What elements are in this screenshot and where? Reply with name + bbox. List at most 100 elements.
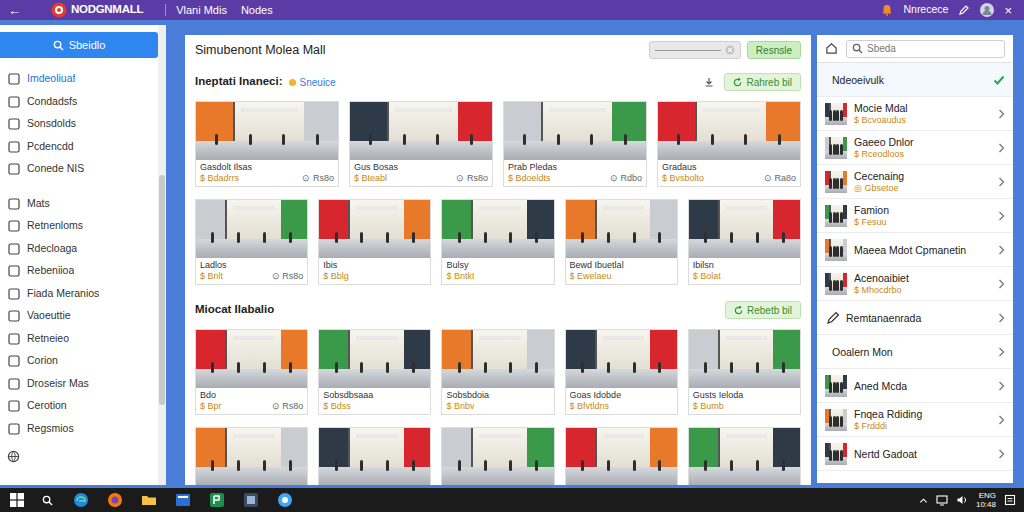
home-icon[interactable] [825, 42, 838, 55]
shopper-figure [607, 362, 610, 373]
shopper-figure [829, 280, 832, 291]
sidebar-item[interactable]: Mats [0, 193, 158, 216]
right-list-item[interactable]: Gaeeo Dnlor$ Rceodloos [817, 131, 1013, 165]
pen-icon[interactable] [958, 4, 970, 16]
store-card[interactable]: Gradaus$ Bvsbolto⊙ Ra8o [657, 101, 801, 187]
globe-icon[interactable] [7, 450, 20, 463]
back-button[interactable]: ← [8, 4, 21, 17]
scrollbar-track[interactable] [158, 25, 166, 485]
item-icon [8, 163, 20, 175]
chevron-icon [998, 279, 1005, 289]
store-photo-card[interactable] [318, 427, 431, 485]
user-name[interactable]: Nnrecece [903, 2, 948, 18]
store-name: Gusts Ieloda [693, 390, 796, 401]
right-list-item[interactable]: Nertd Gadoat [817, 437, 1013, 471]
edge-icon[interactable] [73, 492, 89, 508]
section-action-button[interactable]: Rebetb bil [725, 301, 801, 319]
search-field[interactable] [649, 41, 741, 59]
tray-clock[interactable]: ENG10:48 [976, 491, 996, 509]
search-icon[interactable] [42, 495, 53, 506]
sidebar-item[interactable]: Retnenloms [0, 215, 158, 238]
nav-link[interactable]: Nodes [241, 2, 273, 19]
sidebar-item[interactable]: Condadsfs [0, 91, 158, 114]
right-list-item[interactable]: Ooalern Mon [817, 335, 1013, 369]
right-list-item[interactable]: Acenoaibiet$ Mhocdrbo [817, 267, 1013, 301]
bell-icon[interactable] [881, 4, 893, 16]
store-card[interactable]: Ladlos$ Bnlt⊙ Rs8o [195, 199, 308, 285]
store-card[interactable]: Bulsy$ Bntkt [441, 199, 554, 285]
sidebar-item[interactable]: Vaoeuttie [0, 305, 158, 328]
speaker-icon[interactable] [956, 494, 968, 506]
sidebar-item[interactable]: Fiada Meranios [0, 283, 158, 306]
store-card[interactable]: Goas Idobde$ Bfvtldns [565, 329, 678, 415]
sidebar-item-label: Pcdencdd [27, 139, 74, 155]
right-list-item[interactable]: Famion$ Fesuu [817, 199, 1013, 233]
mall-floor [689, 369, 800, 388]
download-icon[interactable] [700, 74, 718, 90]
store-card[interactable]: Gusts Ieloda$ Bumb [688, 329, 801, 415]
sidebar-item[interactable]: Imdeoliuaf [0, 68, 158, 91]
right-list-item[interactable]: Aned Mcda [817, 369, 1013, 403]
shopper-figure [633, 362, 636, 373]
network-icon[interactable] [936, 494, 948, 506]
notification-icon[interactable] [1004, 494, 1016, 506]
store-rating: ⊙ Rs8o [456, 173, 488, 184]
sidebar-item[interactable]: Regsmios [0, 418, 158, 441]
search-input[interactable] [867, 41, 999, 56]
store-card[interactable]: Bdo$ Bpr⊙ Rs8o [195, 329, 308, 415]
windows-start-icon[interactable] [10, 493, 24, 507]
close-button[interactable]: × [1004, 4, 1012, 17]
store-photo-card[interactable] [441, 427, 554, 485]
right-list-item[interactable]: Fnqea Rdiding$ Frdddi [817, 403, 1013, 437]
browser-window-icon[interactable] [175, 492, 191, 508]
folder-icon[interactable] [141, 492, 157, 508]
window-icon[interactable] [243, 492, 259, 508]
sidebar-item[interactable]: Cerotion [0, 395, 158, 418]
store-card[interactable]: Ibis$ Bblg [318, 199, 431, 285]
store-wall [442, 330, 471, 369]
shopper-figure [730, 460, 733, 471]
section-action-button[interactable]: Rahreb bil [724, 73, 801, 91]
sidebar-item[interactable]: Pcdencdd [0, 136, 158, 159]
shelf [356, 206, 398, 210]
sidebar-item[interactable]: Rebeniioa [0, 260, 158, 283]
right-list-item[interactable]: Remtanaenrada [817, 301, 1013, 335]
sidebar-item[interactable]: Sonsdolds [0, 113, 158, 136]
avatar-icon[interactable] [980, 3, 994, 17]
chevron-icon [998, 245, 1005, 255]
store-card[interactable]: Sobsbdoia$ Bnbv [441, 329, 554, 415]
sidebar-search-button[interactable]: Sbeidlo [0, 32, 158, 58]
app-icon[interactable] [209, 492, 225, 508]
store-photo-card[interactable] [195, 427, 308, 485]
caret-up-icon[interactable] [919, 496, 928, 505]
right-list-item[interactable]: Cecenaing◎ Gbsetoe [817, 165, 1013, 199]
store-photo-card[interactable] [565, 427, 678, 485]
store-card[interactable]: Gasdolt Ilsas$ Bdadrrs⊙ Rs8o [195, 101, 339, 187]
right-list-item[interactable]: Maeea Mdot Cpmanetin [817, 233, 1013, 267]
sidebar-item[interactable]: Droseisr Mas [0, 373, 158, 396]
app-logo[interactable]: NODGNMALL [71, 1, 143, 18]
shelf [233, 206, 275, 210]
sidebar-item[interactable]: Conede NIS [0, 158, 158, 181]
section-tag[interactable]: Sneuice [288, 75, 336, 90]
media-icon[interactable] [277, 492, 293, 508]
right-list-item[interactable]: Mocie Mdal$ Bcvoaudus [817, 97, 1013, 131]
search-button[interactable]: Resnsle [747, 41, 801, 59]
store-card[interactable]: Sobsdbsaaa$ Bdss [318, 329, 431, 415]
firefox-icon[interactable] [107, 492, 123, 508]
store-name: Goas Idobde [570, 390, 673, 401]
scrollbar-thumb[interactable] [159, 175, 165, 405]
store-card[interactable]: Gus Bosas$ Bteabl⊙ Rs8o [349, 101, 493, 187]
sidebar-item[interactable]: Corion [0, 350, 158, 373]
clear-icon[interactable] [725, 45, 735, 55]
store-card[interactable]: Bewd Ibuetlal$ Ewelaeu [565, 199, 678, 285]
store-card[interactable]: Ibilsn$ Bolat [688, 199, 801, 285]
nav-link[interactable]: Vlani Mdis [176, 2, 227, 19]
store-photo-card[interactable] [688, 427, 801, 485]
sidebar-item[interactable]: Rdecloaga [0, 238, 158, 261]
right-list-item[interactable]: Ndeoeivulk [817, 63, 1013, 97]
sidebar-item[interactable]: Retneieo [0, 328, 158, 351]
store-name: Ladlos [200, 260, 303, 271]
store-card[interactable]: Prab Pledas$ Bdoeldts⊙ Rdbo [503, 101, 647, 187]
shopper-figure [778, 134, 781, 145]
